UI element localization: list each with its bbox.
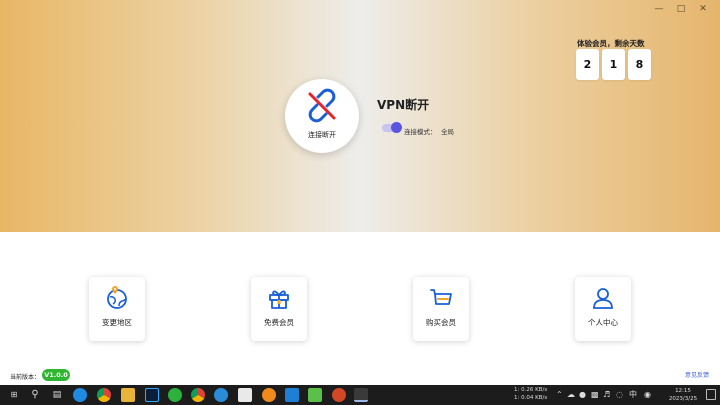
photoshop-icon[interactable] <box>145 388 159 402</box>
speaker-icon[interactable]: ♬ <box>603 390 610 400</box>
clock-date: 2023/3/25 <box>668 396 698 402</box>
minimize-icon[interactable]: — <box>648 2 670 16</box>
vpn-app-icon[interactable] <box>354 388 368 402</box>
chevron-up-icon[interactable]: ⌃ <box>556 390 563 400</box>
connect-button-label: 连接断开 <box>308 131 336 139</box>
wechat-icon[interactable] <box>168 388 182 402</box>
close-icon[interactable]: ✕ <box>692 2 714 16</box>
file-explorer-icon[interactable] <box>121 388 135 402</box>
vpn-status-title: VPN断开 <box>377 98 430 112</box>
edge-icon[interactable] <box>73 388 87 402</box>
maximize-icon[interactable]: □ <box>670 2 692 16</box>
search-icon[interactable]: ⚲ <box>28 388 42 402</box>
globe-pin-icon <box>107 286 127 309</box>
change-region-label: 变更地区 <box>102 318 132 327</box>
taskbar-clock[interactable]: 12:15 2023/3/25 <box>663 387 703 403</box>
taskbar: ⊞ ⚲ ▤ 1: 0.26 KB/s 1: 0.04 KB/s ⌃ ☁ ● ▩ … <box>0 385 720 405</box>
search-tool-icon[interactable] <box>262 388 276 402</box>
wifi-icon[interactable]: ◌ <box>616 390 623 400</box>
toggle-knob <box>391 122 402 133</box>
typora-icon[interactable] <box>238 388 252 402</box>
windows-start-icon[interactable]: ⊞ <box>7 388 21 402</box>
feedback-link[interactable]: 意见反馈 <box>685 370 709 379</box>
net-download-speed: 1: 0.04 KB/s <box>514 395 548 401</box>
net-upload-speed: 1: 0.26 KB/s <box>514 387 548 393</box>
clock-time: 12:15 <box>675 388 691 394</box>
notification-icon[interactable] <box>706 389 716 400</box>
chrome-icon[interactable] <box>191 388 205 402</box>
gift-icon <box>269 290 289 309</box>
broken-link-icon <box>308 88 336 123</box>
task-view-icon[interactable]: ▤ <box>50 388 64 402</box>
app-icon[interactable] <box>214 388 228 402</box>
cloud-icon[interactable]: ☁ <box>567 390 575 400</box>
version-label: 当前版本： <box>10 374 41 381</box>
vscode-icon[interactable] <box>285 388 299 402</box>
app-icon[interactable] <box>308 388 322 402</box>
buy-membership-label: 购买会员 <box>426 318 456 327</box>
powerpoint-icon[interactable] <box>332 388 346 402</box>
mode-label: 连接模式： <box>404 128 437 136</box>
membership-days-title: 体验会员，剩余天数 <box>577 39 645 48</box>
network-icon[interactable]: ▩ <box>591 390 599 400</box>
days-digit: 8 <box>628 49 651 80</box>
days-digit: 2 <box>576 49 599 80</box>
change-region-card[interactable]: 变更地区 <box>89 277 145 341</box>
user-icon <box>593 288 613 309</box>
version-badge: V1.0.0 <box>42 369 70 381</box>
wechat-tray-icon[interactable]: ● <box>579 390 586 400</box>
tray-app-icon[interactable]: ◉ <box>644 390 651 400</box>
free-membership-label: 免费会员 <box>264 318 294 327</box>
connect-button[interactable]: 连接断开 <box>285 79 359 153</box>
free-membership-card[interactable]: 免费会员 <box>251 277 307 341</box>
days-digit: 1 <box>602 49 625 80</box>
ime-indicator[interactable]: 中 <box>629 390 637 400</box>
window-controls: — □ ✕ <box>648 2 714 16</box>
personal-center-card[interactable]: 个人中心 <box>575 277 631 341</box>
personal-center-label: 个人中心 <box>588 318 618 327</box>
header-banner <box>0 0 720 232</box>
shopping-basket-icon <box>430 289 452 305</box>
buy-membership-card[interactable]: 购买会员 <box>413 277 469 341</box>
chrome-icon[interactable] <box>97 388 111 402</box>
mode-toggle[interactable] <box>382 122 402 133</box>
mode-value: 全局 <box>441 128 454 136</box>
